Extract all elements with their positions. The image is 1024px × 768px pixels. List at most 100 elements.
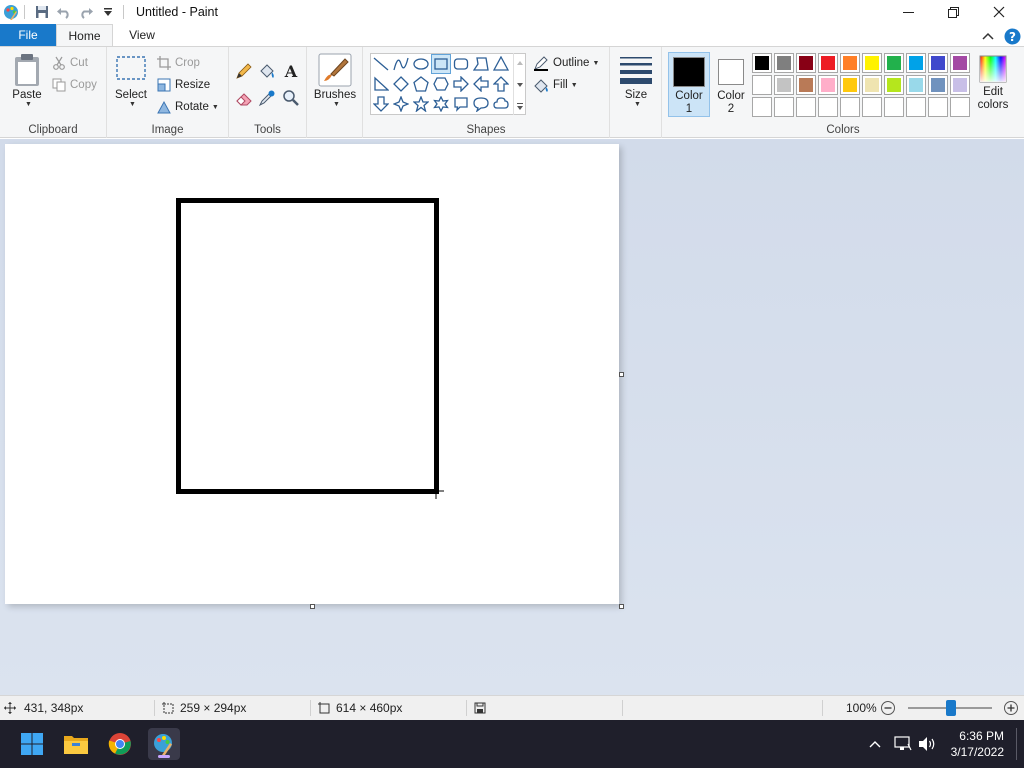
minimize-button[interactable]	[885, 0, 931, 24]
color2-button[interactable]: Color 2	[712, 53, 750, 117]
select-dropdown-icon[interactable]: ▼	[129, 101, 136, 108]
paste-dropdown-icon[interactable]: ▼	[25, 101, 32, 108]
tab-home[interactable]: Home	[56, 24, 113, 47]
shapes-gallery-scroll[interactable]	[513, 53, 526, 115]
canvas-resize-handle-right[interactable]	[619, 372, 624, 377]
palette-swatch[interactable]	[884, 75, 904, 95]
palette-swatch[interactable]	[840, 53, 860, 73]
left-arrow-shape-icon[interactable]	[471, 74, 491, 94]
palette-swatch[interactable]	[796, 53, 816, 73]
file-explorer-button[interactable]	[60, 728, 92, 760]
palette-swatch[interactable]	[774, 75, 794, 95]
pencil-icon[interactable]	[233, 60, 255, 82]
palette-swatch[interactable]	[928, 53, 948, 73]
rectangle-shape-icon[interactable]	[431, 54, 451, 74]
oval-shape-icon[interactable]	[411, 54, 431, 74]
resize-button[interactable]: Resize	[157, 75, 210, 95]
color-picker-icon[interactable]	[256, 87, 278, 109]
fill-button[interactable]: Fill ▼	[533, 75, 578, 95]
zoom-out-button[interactable]	[880, 696, 896, 720]
size-dropdown-icon[interactable]: ▼	[634, 101, 641, 108]
right-arrow-shape-icon[interactable]	[451, 74, 471, 94]
palette-swatch[interactable]	[774, 97, 794, 117]
undo-icon[interactable]	[53, 1, 75, 23]
six-point-star-shape-icon[interactable]	[431, 94, 451, 114]
save-icon[interactable]	[31, 1, 53, 23]
palette-swatch[interactable]	[796, 75, 816, 95]
hexagon-shape-icon[interactable]	[431, 74, 451, 94]
fill-bucket-icon[interactable]	[256, 60, 278, 82]
four-point-star-shape-icon[interactable]	[391, 94, 411, 114]
palette-swatch[interactable]	[950, 75, 970, 95]
rotate-dropdown-icon[interactable]: ▼	[212, 104, 219, 111]
volume-icon[interactable]	[916, 728, 938, 760]
eraser-icon[interactable]	[233, 87, 255, 109]
edit-colors-button[interactable]: Edit colors	[972, 53, 1014, 117]
canvas-resize-handle-corner[interactable]	[619, 604, 624, 609]
palette-swatch[interactable]	[774, 53, 794, 73]
crop-button[interactable]: Crop	[157, 53, 200, 73]
drawing-canvas[interactable]	[5, 144, 619, 604]
tab-file[interactable]: File	[0, 24, 56, 46]
start-button[interactable]	[16, 728, 48, 760]
palette-swatch[interactable]	[752, 75, 772, 95]
cut-button[interactable]: Cut	[52, 53, 88, 73]
close-button[interactable]	[976, 0, 1022, 24]
oval-callout-shape-icon[interactable]	[471, 94, 491, 114]
outline-button[interactable]: Outline ▼	[533, 53, 599, 73]
cloud-callout-shape-icon[interactable]	[491, 94, 511, 114]
brushes-dropdown-icon[interactable]: ▼	[333, 101, 340, 108]
paint-taskbar-button[interactable]	[148, 728, 180, 760]
zoom-in-button[interactable]	[1003, 696, 1019, 720]
chrome-button[interactable]	[104, 728, 136, 760]
right-triangle-shape-icon[interactable]	[371, 74, 391, 94]
customize-quick-access-icon[interactable]	[97, 1, 119, 23]
zoom-slider-thumb[interactable]	[946, 700, 956, 716]
palette-swatch[interactable]	[862, 97, 882, 117]
palette-swatch[interactable]	[906, 75, 926, 95]
magnifier-icon[interactable]	[280, 87, 302, 109]
palette-swatch[interactable]	[884, 97, 904, 117]
tab-view[interactable]: View	[120, 24, 164, 46]
show-desktop-button[interactable]	[1016, 728, 1018, 760]
palette-swatch[interactable]	[950, 97, 970, 117]
five-point-star-shape-icon[interactable]	[411, 94, 431, 114]
redo-icon[interactable]	[75, 1, 97, 23]
palette-swatch[interactable]	[752, 97, 772, 117]
palette-swatch[interactable]	[752, 53, 772, 73]
paint-app-icon[interactable]	[2, 3, 20, 21]
palette-swatch[interactable]	[906, 53, 926, 73]
curve-shape-icon[interactable]	[391, 54, 411, 74]
palette-swatch[interactable]	[840, 97, 860, 117]
help-icon[interactable]: ?	[1003, 27, 1021, 45]
polygon-shape-icon[interactable]	[471, 54, 491, 74]
palette-swatch[interactable]	[840, 75, 860, 95]
canvas-resize-handle-bottom[interactable]	[310, 604, 315, 609]
fill-dropdown-icon[interactable]: ▼	[571, 82, 578, 89]
palette-swatch[interactable]	[818, 97, 838, 117]
color1-button[interactable]: Color 1	[668, 52, 710, 117]
text-tool-icon[interactable]: A	[280, 60, 302, 82]
collapse-ribbon-icon[interactable]	[978, 27, 998, 45]
size-button[interactable]: Size ▼	[616, 55, 656, 108]
palette-swatch[interactable]	[862, 53, 882, 73]
network-icon[interactable]	[892, 728, 914, 760]
palette-swatch[interactable]	[950, 53, 970, 73]
palette-swatch[interactable]	[884, 53, 904, 73]
rotate-button[interactable]: Rotate ▼	[157, 97, 219, 117]
outline-dropdown-icon[interactable]: ▼	[592, 60, 599, 67]
select-button[interactable]: Select ▼	[113, 55, 149, 108]
diamond-shape-icon[interactable]	[391, 74, 411, 94]
line-shape-icon[interactable]	[371, 54, 391, 74]
pentagon-shape-icon[interactable]	[411, 74, 431, 94]
palette-swatch[interactable]	[818, 53, 838, 73]
copy-button[interactable]: Copy	[52, 75, 97, 95]
rounded-rectangle-shape-icon[interactable]	[451, 54, 471, 74]
palette-swatch[interactable]	[796, 97, 816, 117]
palette-swatch[interactable]	[818, 75, 838, 95]
triangle-shape-icon[interactable]	[491, 54, 511, 74]
palette-swatch[interactable]	[906, 97, 926, 117]
drawn-rectangle[interactable]	[176, 198, 439, 494]
palette-swatch[interactable]	[928, 97, 948, 117]
show-hidden-icons-button[interactable]	[864, 728, 886, 760]
